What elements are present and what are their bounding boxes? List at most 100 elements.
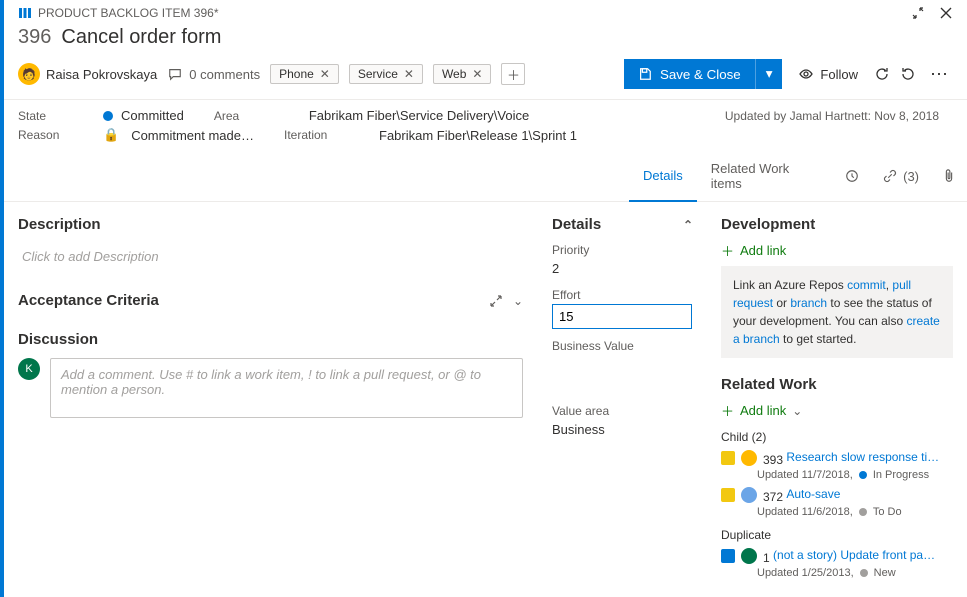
- chevron-up-icon[interactable]: ⌃: [683, 218, 693, 232]
- related-link[interactable]: (not a story) Update front pa…: [773, 548, 935, 562]
- tab-related[interactable]: Related Work items: [697, 151, 833, 201]
- area-value[interactable]: Fabrikam Fiber\Service Delivery\Voice: [309, 108, 529, 123]
- meta-row-2: Reason 🔒Commitment made… Iteration Fabri…: [4, 123, 967, 143]
- plus-icon: ＋: [721, 241, 734, 260]
- updated-text: Updated by Jamal Hartnett: Nov 8, 2018: [725, 109, 953, 123]
- description-title: Description: [18, 216, 523, 233]
- assignee-picker[interactable]: 🧑 Raisa Pokrovskaya: [18, 63, 157, 85]
- tabs: Details Related Work items (3): [4, 151, 967, 202]
- header: 396 Cancel order form: [4, 22, 967, 59]
- close-icon[interactable]: [939, 6, 953, 20]
- remove-tag-icon[interactable]: ✕: [404, 67, 414, 81]
- description-input[interactable]: Click to add Description: [18, 241, 523, 286]
- avatar-icon: [741, 487, 757, 503]
- lock-icon: 🔒: [103, 127, 119, 143]
- related-sub: Updated 11/7/2018,In Progress: [757, 469, 953, 481]
- save-dropdown-icon[interactable]: ▾: [755, 59, 783, 89]
- state-dot-icon: [859, 508, 867, 516]
- chevron-down-icon[interactable]: ⌄: [792, 404, 802, 418]
- development-info: Link an Azure Repos commit, pull request…: [721, 266, 953, 358]
- comment-input[interactable]: Add a comment. Use # to link a work item…: [50, 358, 523, 418]
- tag-web[interactable]: Web✕: [433, 64, 492, 84]
- remove-tag-icon[interactable]: ✕: [320, 67, 330, 81]
- related-sub: Updated 1/25/2013,New: [757, 567, 953, 579]
- task-icon: [721, 451, 735, 465]
- acceptance-title: Acceptance Criteria: [18, 292, 159, 309]
- effort-label: Effort: [552, 288, 693, 302]
- avatar: 🧑: [18, 63, 40, 85]
- tab-attachments[interactable]: [931, 151, 967, 201]
- task-icon: [721, 488, 735, 502]
- group-child: Child (2): [721, 430, 953, 444]
- link-branch[interactable]: branch: [790, 296, 827, 310]
- revert-icon[interactable]: [900, 66, 916, 82]
- state-dot-icon: [860, 569, 868, 577]
- assignee-name: Raisa Pokrovskaya: [46, 67, 157, 82]
- right-column: Development ＋Add link Link an Azure Repo…: [707, 202, 967, 597]
- follow-button[interactable]: Follow: [792, 62, 864, 86]
- value-area-label: Value area: [552, 404, 693, 418]
- work-item-id: 396: [18, 26, 51, 49]
- tag-service[interactable]: Service✕: [349, 64, 423, 84]
- remove-tag-icon[interactable]: ✕: [472, 67, 482, 81]
- iteration-label: Iteration: [284, 128, 349, 142]
- add-related-link-button[interactable]: ＋Add link ⌄: [721, 401, 953, 420]
- state-value[interactable]: Committed: [103, 108, 184, 123]
- tab-details[interactable]: Details: [629, 151, 697, 202]
- related-title: Related Work: [721, 376, 953, 393]
- related-sub: Updated 11/6/2018,To Do: [757, 506, 953, 518]
- value-area-value[interactable]: Business: [552, 418, 693, 439]
- plus-icon: ＋: [721, 401, 734, 420]
- more-actions-icon[interactable]: ⋯: [926, 64, 953, 85]
- group-duplicate: Duplicate: [721, 528, 953, 542]
- iteration-value[interactable]: Fabrikam Fiber\Release 1\Sprint 1: [379, 128, 577, 143]
- reason-value[interactable]: 🔒Commitment made…: [103, 127, 254, 143]
- state-dot-icon: [103, 111, 113, 121]
- state-dot-icon: [859, 471, 867, 479]
- development-title: Development: [721, 216, 953, 233]
- state-label: State: [18, 109, 73, 123]
- comment-icon: [167, 66, 183, 82]
- avatar-icon: [741, 548, 757, 564]
- add-dev-link-button[interactable]: ＋Add link: [721, 241, 953, 260]
- priority-label: Priority: [552, 243, 693, 257]
- avatar-icon: [741, 450, 757, 466]
- save-icon: [638, 67, 652, 81]
- meta-row-1: State Committed Area Fabrikam Fiber\Serv…: [4, 100, 967, 123]
- discussion-title: Discussion: [18, 331, 523, 348]
- area-label: Area: [214, 109, 279, 123]
- related-item[interactable]: 1 (not a story) Update front pa…: [721, 548, 953, 565]
- details-panel-title: Details ⌃: [552, 216, 693, 233]
- chevron-down-icon[interactable]: ⌄: [513, 294, 523, 308]
- business-value-value[interactable]: [552, 353, 693, 374]
- related-link[interactable]: Research slow response ti…: [786, 450, 939, 464]
- current-user-avatar: K: [18, 358, 40, 380]
- tab-history[interactable]: [833, 151, 871, 201]
- follow-icon: [798, 66, 814, 82]
- pbi-icon: [18, 6, 32, 20]
- link-commit[interactable]: commit: [847, 278, 886, 292]
- related-item[interactable]: 393 Research slow response ti…: [721, 450, 953, 467]
- tab-links[interactable]: (3): [871, 151, 931, 201]
- restore-icon[interactable]: [911, 6, 925, 20]
- add-tag-button[interactable]: ＋: [501, 63, 525, 85]
- related-link[interactable]: Auto-save: [786, 487, 840, 501]
- work-item-title[interactable]: Cancel order form: [61, 26, 221, 49]
- business-value-label: Business Value: [552, 339, 693, 353]
- pbi-icon: [721, 549, 735, 563]
- related-item[interactable]: 372 Auto-save: [721, 487, 953, 504]
- reason-label: Reason: [18, 128, 73, 142]
- content: Description Click to add Description Acc…: [4, 202, 967, 597]
- tag-phone[interactable]: Phone✕: [270, 64, 339, 84]
- priority-value[interactable]: 2: [552, 257, 693, 278]
- refresh-icon[interactable]: [874, 66, 890, 82]
- effort-input[interactable]: [552, 304, 692, 329]
- expand-icon[interactable]: [489, 294, 503, 308]
- left-column: Description Click to add Description Acc…: [4, 202, 537, 597]
- details-column: Details ⌃ Priority 2 Effort Business Val…: [537, 202, 707, 597]
- comments-count[interactable]: 0 comments: [167, 66, 260, 82]
- toolbar: 🧑 Raisa Pokrovskaya 0 comments Phone✕ Se…: [4, 59, 967, 100]
- save-close-button[interactable]: Save & Close ▾: [624, 59, 782, 89]
- window-title-row: PRODUCT BACKLOG ITEM 396*: [4, 0, 967, 22]
- window-title: PRODUCT BACKLOG ITEM 396*: [38, 6, 219, 20]
